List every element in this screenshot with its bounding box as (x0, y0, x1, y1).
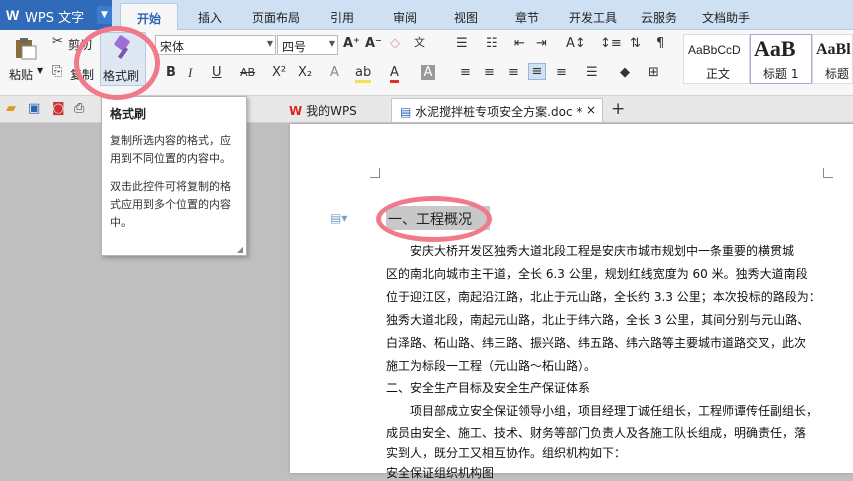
shading-icon[interactable]: ◆ (620, 65, 630, 80)
bold-icon[interactable]: B (166, 65, 176, 80)
style-normal[interactable]: AaBbCcD 正文 (683, 34, 750, 84)
chevron-down-icon: ▼ (266, 39, 273, 48)
font-name-select[interactable]: 宋体 ▼ (155, 35, 276, 55)
app-name: WPS 文字 (25, 11, 85, 26)
save-icon[interactable]: ▣ (28, 101, 40, 116)
char-shading-icon[interactable]: A (421, 65, 435, 80)
body-line: 白泽路、柘山路、纬三路、振兴路、纬五路、纬六路等主要城市道路交叉，此次 (386, 336, 807, 350)
open-folder-icon[interactable]: ▰ (6, 101, 16, 116)
tab-developer[interactable]: 开发工具 (569, 9, 617, 26)
body-line: 项目部成立安全保证领导小组，项目经理丁诚任组长，工程师谭传任副组长， (410, 404, 819, 418)
show-marks-icon[interactable]: ¶ (656, 36, 664, 51)
sort-icon[interactable]: ⇅ (630, 36, 641, 51)
strikethrough-icon[interactable]: AB (240, 66, 255, 79)
borders-icon[interactable]: ⊞ (648, 65, 659, 80)
wps-logo-icon: W (6, 7, 20, 23)
body-line: 二、安全生产目标及安全生产保证体系 (386, 381, 591, 395)
tab-doc-assistant[interactable]: 文档助手 (702, 9, 750, 26)
decrease-indent-icon[interactable]: ⇤ (514, 36, 525, 51)
paragraph-handle-icon[interactable]: ▤▾ (330, 211, 347, 225)
export-pdf-icon[interactable]: ◙ (52, 101, 65, 116)
superscript-icon[interactable]: X² (272, 65, 286, 80)
tab-active-document-label: 水泥搅拌桩专项安全方案.doc * (415, 105, 583, 119)
more-align-icon[interactable]: ☰ (586, 65, 598, 80)
style-heading1-label: 标题 1 (763, 67, 799, 81)
body-line: 施工为标段一工程（元山路～柘山路）。 (386, 359, 597, 373)
justify-icon[interactable]: ≡ (528, 63, 546, 80)
body-line: 区的南北向城市主干道，全长 6.3 公里，规划红线宽度为 60 米。独秀大道南段 (386, 267, 808, 281)
title-bar: W WPS 文字 ▼ 开始 插入 页面布局 引用 审阅 视图 章节 开发工具 云… (0, 0, 853, 31)
tooltip-title: 格式刷 (110, 107, 147, 121)
style-heading-label: 标题 (825, 67, 850, 81)
document-page[interactable]: ▤▾ 一、工程概况 安庆大桥开发区独秀大道北段工程是安庆市城市规划中一条重要的横… (290, 124, 853, 480)
format-painter-tooltip: 格式刷 复制所选内容的格式，应用到不同位置的内容中。 双击此控件可将复制的格式应… (101, 96, 247, 256)
pinyin-icon[interactable]: 文 (414, 34, 425, 50)
align-left-icon[interactable]: ≡ (460, 65, 471, 80)
clipboard-icon[interactable] (12, 36, 38, 60)
chevron-down-icon: ▼ (328, 39, 335, 48)
align-center-icon[interactable]: ≡ (484, 65, 495, 80)
body-line: 位于迎江区，南起沿江路，北止于元山路，全长约 3.3 公里；本次投标的路段为： (386, 290, 821, 304)
chevron-down-icon[interactable]: ▼ (97, 6, 112, 24)
distribute-icon[interactable]: ≡ (556, 65, 567, 80)
text-effect-icon[interactable]: A (330, 65, 339, 80)
numbered-list-icon[interactable]: ☷ (486, 36, 498, 51)
document-icon: ▤ (400, 105, 412, 119)
font-color-icon[interactable]: A (390, 65, 399, 83)
italic-icon[interactable]: I (188, 65, 192, 81)
style-normal-label: 正文 (706, 67, 731, 81)
bullet-list-icon[interactable]: ☰ (456, 36, 468, 51)
tab-active-document[interactable]: ▤ 水泥搅拌桩专项安全方案.doc * × (391, 98, 603, 122)
margin-corner-mark (823, 168, 833, 178)
highlight-icon[interactable]: ab (355, 65, 372, 83)
style-heading[interactable]: AaBl 标题 (812, 34, 853, 84)
font-name-value: 宋体 (160, 40, 185, 54)
font-size-value: 四号 (282, 40, 307, 54)
style-normal-preview: AaBbCcD (688, 43, 741, 57)
tab-references[interactable]: 引用 (330, 9, 354, 26)
chinese-layout-icon[interactable]: A↕ (566, 36, 586, 51)
underline-icon[interactable]: U (212, 65, 222, 80)
chevron-down-icon[interactable]: ▼ (37, 66, 43, 75)
annotation-circle (376, 196, 492, 242)
style-heading1-preview: AaB (754, 36, 796, 61)
body-line: 成员由安全、施工、技术、财务等部门负责人及各施工队长组成，明确责任，落 (386, 426, 807, 440)
body-line: 实到人，既分工又相互协作。组织机构如下： (386, 446, 627, 460)
align-right-icon[interactable]: ≡ (508, 65, 519, 80)
copy-icon: ⎘ (52, 64, 63, 79)
resize-grip-icon: ◢ (236, 245, 243, 254)
new-tab-plus-icon[interactable]: + (611, 99, 625, 119)
print-icon[interactable]: ⎙ (74, 101, 84, 116)
tab-insert[interactable]: 插入 (198, 9, 222, 26)
font-size-select[interactable]: 四号 ▼ (277, 35, 338, 55)
annotation-circle (74, 26, 160, 100)
tab-cloud[interactable]: 云服务 (641, 9, 677, 26)
clear-format-icon[interactable]: ◇ (390, 36, 400, 51)
wps-icon: W (289, 104, 303, 118)
tooltip-description: 复制所选内容的格式，应用到不同位置的内容中。 (110, 134, 231, 165)
wps-menu-button[interactable]: W WPS 文字 ▼ (0, 0, 112, 30)
tab-view[interactable]: 视图 (454, 9, 478, 26)
close-icon[interactable]: × (586, 103, 596, 117)
grow-font-icon[interactable]: A⁺ (343, 36, 360, 51)
tab-my-wps-label: 我的WPS (306, 104, 357, 118)
paste-button[interactable]: 粘贴 (9, 66, 33, 83)
margin-corner-mark (370, 168, 380, 178)
tab-chapter[interactable]: 章节 (515, 9, 539, 26)
body-line: 独秀大道北段，南起元山路，北止于纬六路，全长 3 公里，其间分别与元山路、 (386, 313, 810, 327)
body-line: 安庆大桥开发区独秀大道北段工程是安庆市城市规划中一条重要的横贯城 (410, 244, 795, 258)
tooltip-double-click-tip: 双击此控件可将复制的格式应用到多个位置的内容中。 (110, 180, 231, 229)
subscript-icon[interactable]: X₂ (298, 65, 312, 80)
tab-review[interactable]: 审阅 (393, 9, 417, 26)
style-heading-preview: AaBl (816, 41, 851, 58)
tab-my-wps[interactable]: W 我的WPS (281, 98, 391, 122)
shrink-font-icon[interactable]: A⁻ (365, 36, 382, 51)
style-heading1[interactable]: AaB 标题 1 (750, 34, 812, 84)
line-spacing-icon[interactable]: ↕≡ (600, 36, 622, 51)
scissors-icon: ✂ (52, 34, 63, 49)
tab-page-layout[interactable]: 页面布局 (252, 9, 300, 26)
increase-indent-icon[interactable]: ⇥ (536, 36, 547, 51)
